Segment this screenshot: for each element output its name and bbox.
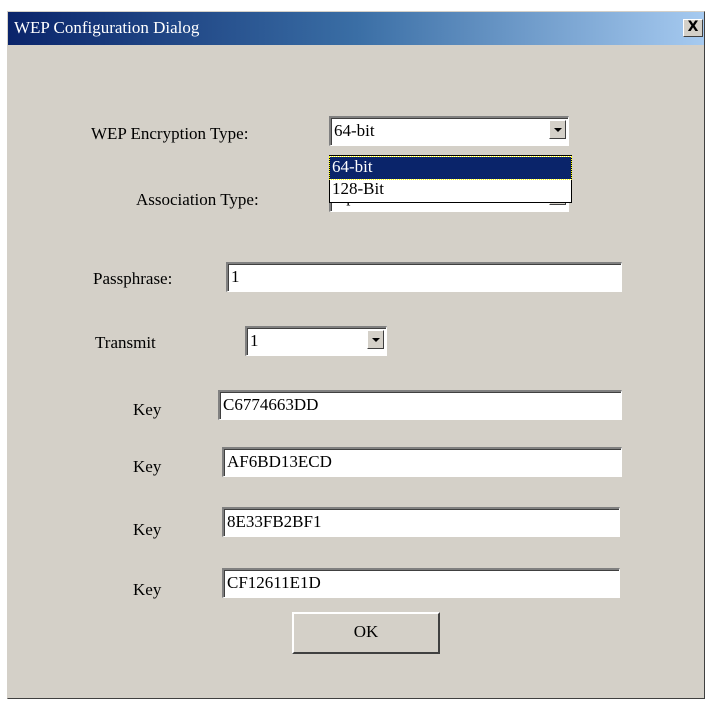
title-bar[interactable]: WEP Configuration Dialog X — [8, 12, 704, 45]
encryption-type-select[interactable]: 64-bit — [329, 116, 569, 146]
key-3-input[interactable]: 8E33FB2BF1 — [222, 507, 620, 537]
key-3-label: Key — [133, 520, 162, 539]
encryption-type-label: WEP Encryption Type: — [91, 124, 249, 143]
dialog-title: WEP Configuration Dialog — [14, 18, 200, 37]
key-1-input[interactable]: C6774663DD — [218, 390, 622, 420]
passphrase-label: Passphrase: — [93, 269, 173, 288]
key-4-input[interactable]: CF12611E1D — [222, 568, 620, 598]
close-button[interactable]: X — [683, 19, 703, 37]
association-type-label: Association Type: — [136, 190, 259, 209]
encryption-type-value: 64-bit — [334, 121, 375, 140]
key-1-label: Key — [133, 400, 162, 419]
chevron-down-icon[interactable] — [367, 330, 384, 349]
key-4-label: Key — [133, 580, 162, 599]
transmit-key-value: 1 — [250, 331, 259, 350]
dropdown-option-64bit[interactable]: 64-bit — [329, 156, 572, 180]
key-2-input[interactable]: AF6BD13ECD — [222, 447, 622, 477]
passphrase-input[interactable]: 1 — [226, 262, 622, 292]
key-2-label: Key — [133, 457, 162, 476]
encryption-type-dropdown: 64-bit 128-Bit — [329, 155, 572, 203]
dropdown-option-128bit[interactable]: 128-Bit — [330, 179, 571, 201]
ok-button[interactable]: OK — [292, 612, 440, 654]
transmit-key-select[interactable]: 1 — [245, 326, 387, 356]
transmit-label: Transmit — [95, 333, 156, 352]
chevron-down-icon[interactable] — [549, 120, 566, 139]
